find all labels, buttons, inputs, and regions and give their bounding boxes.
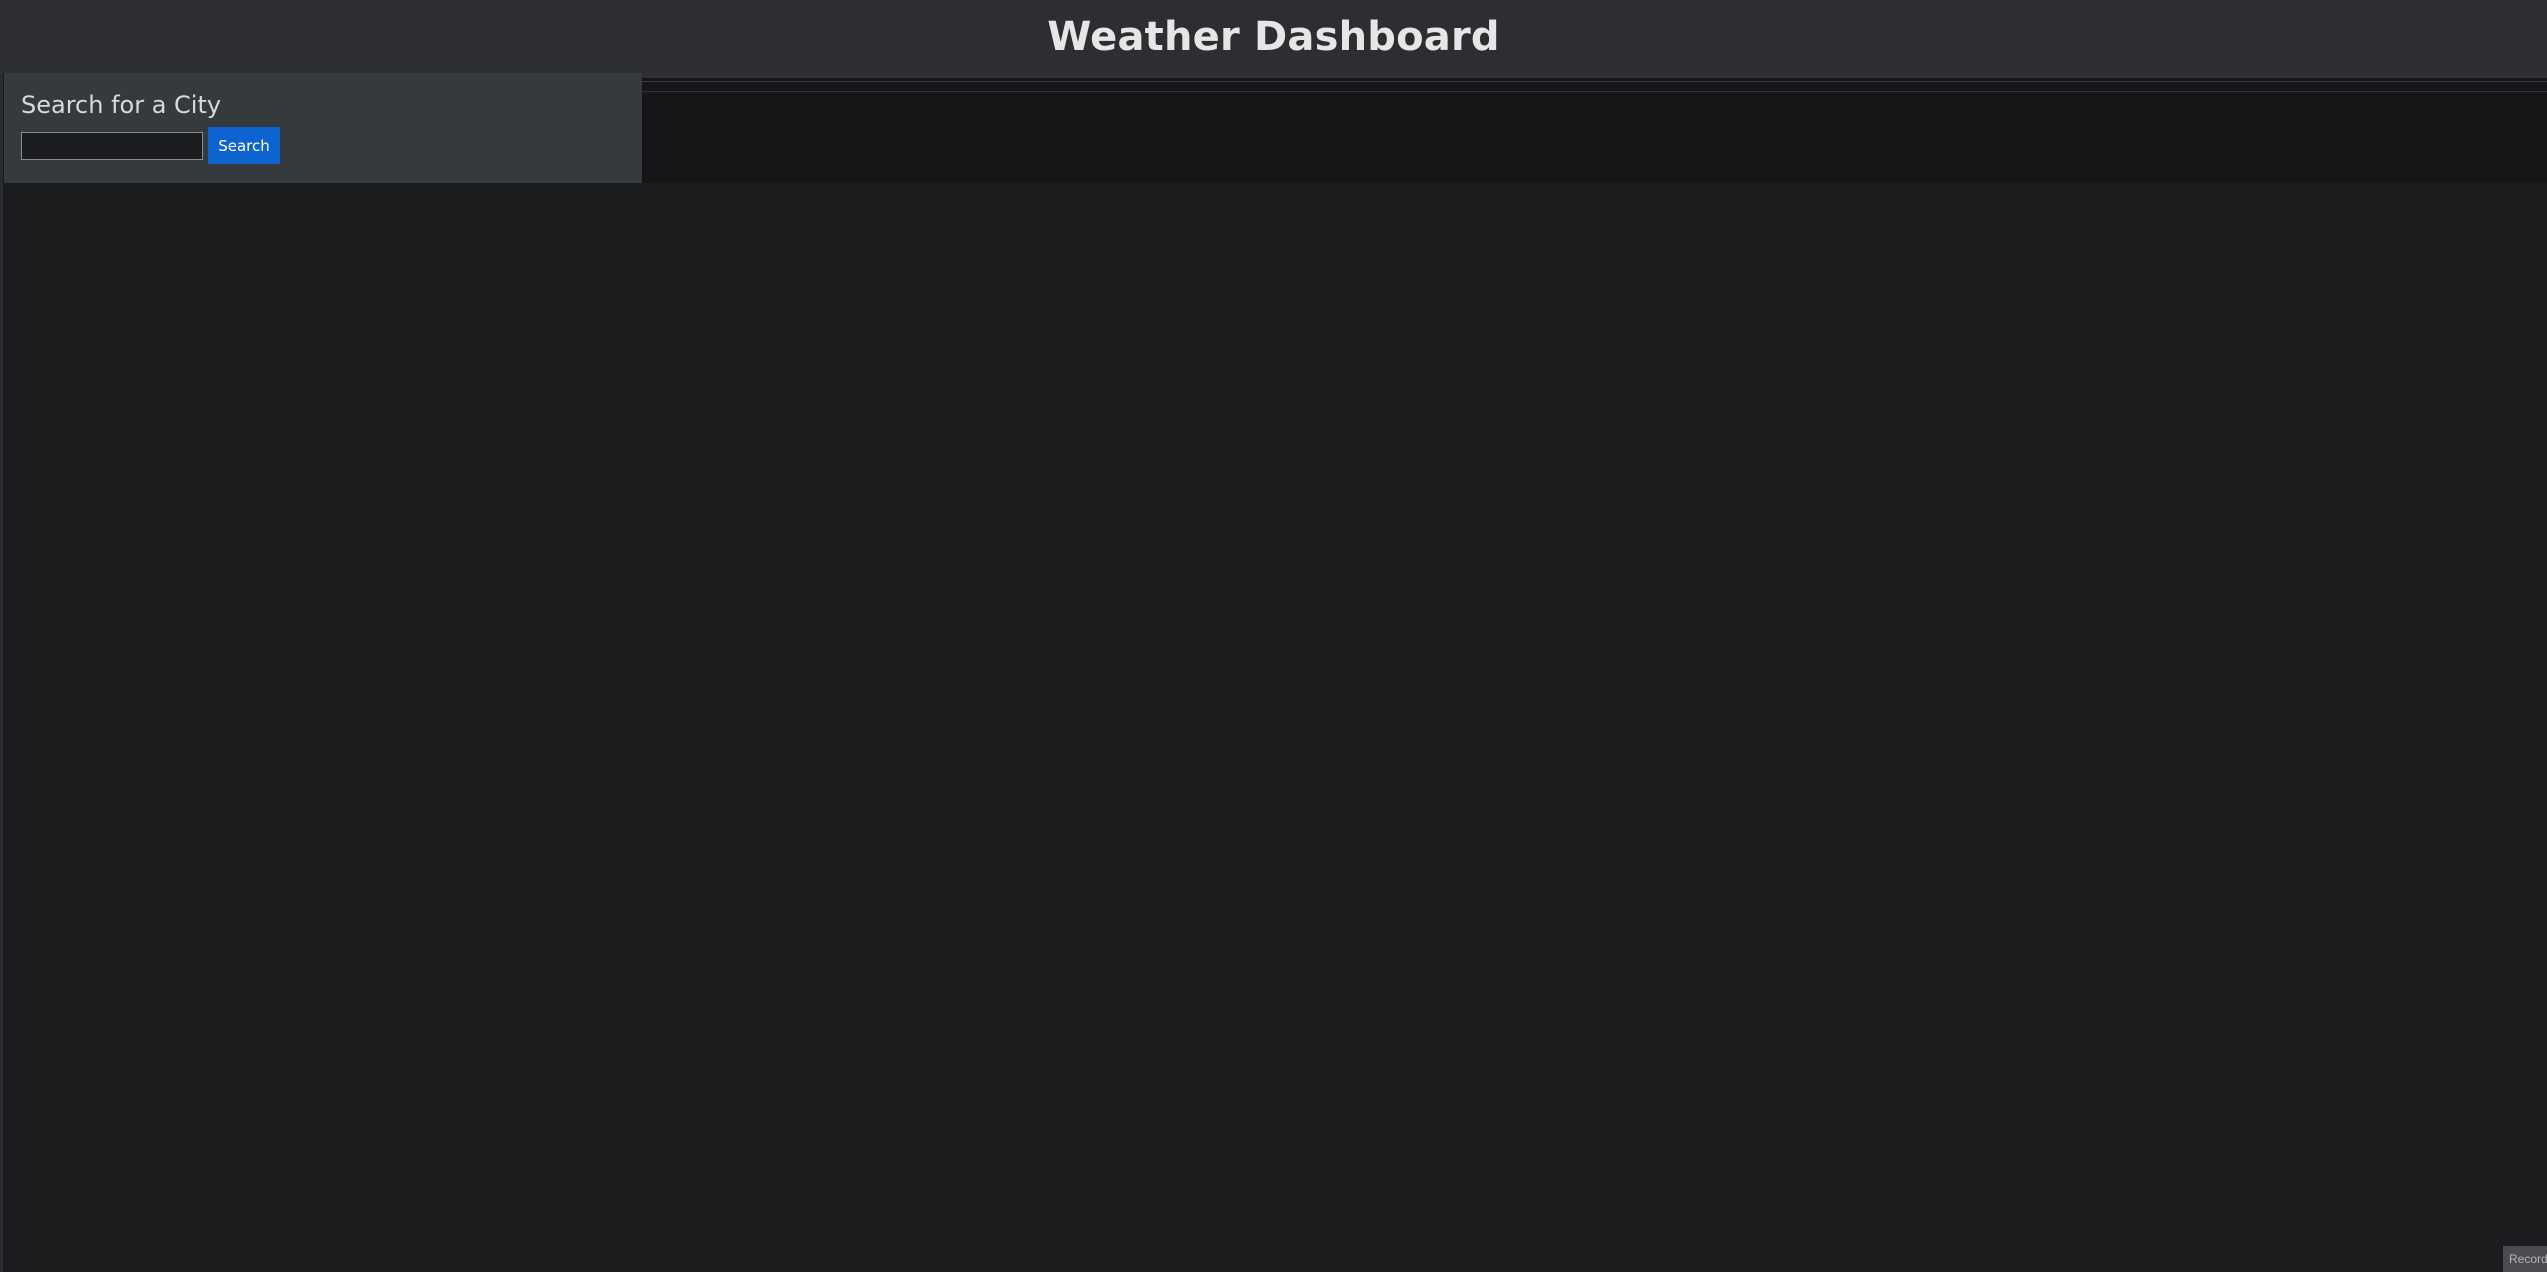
divider — [642, 81, 2547, 82]
divider — [642, 91, 2547, 92]
search-row: Search — [21, 127, 642, 164]
window-left-edge — [0, 0, 3, 1272]
search-button[interactable]: Search — [208, 127, 280, 164]
city-search-input[interactable] — [21, 131, 203, 160]
page-title: Weather Dashboard — [1047, 13, 1500, 60]
page-header: Weather Dashboard — [0, 0, 2547, 73]
forecast-area — [642, 73, 2547, 183]
search-panel: Search for a City Search — [4, 73, 642, 183]
search-heading: Search for a City — [21, 91, 222, 119]
record-button[interactable]: Record — [2503, 1246, 2547, 1272]
divider — [642, 73, 2547, 78]
